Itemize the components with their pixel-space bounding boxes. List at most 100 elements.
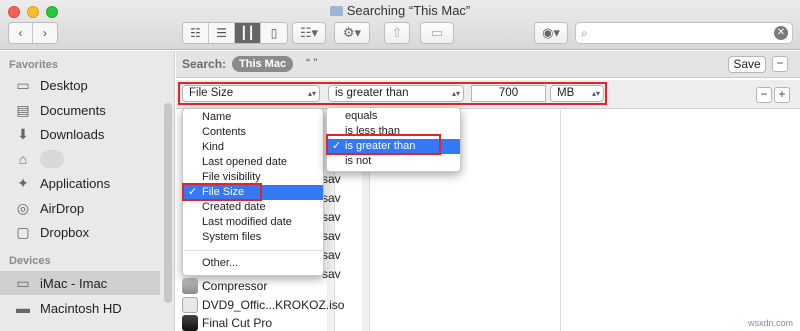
- disk-icon: ▬: [16, 300, 30, 316]
- sidebar-item-home[interactable]: ⌂: [0, 147, 160, 171]
- sidebar-item-label: Downloads: [40, 126, 105, 142]
- result-row-compressor[interactable]: Compressor: [182, 276, 267, 296]
- sidebar-item-label: Dropbox: [40, 224, 90, 240]
- menu-item-last-opened[interactable]: Last opened date: [183, 155, 323, 170]
- compressor-icon: [182, 278, 198, 294]
- back-forward-group: ‹ ›: [8, 22, 58, 44]
- scope-this-mac[interactable]: This Mac: [232, 56, 294, 72]
- search-criteria-row: File Size ▴▾ is greater than ▴▾ 700 MB ▴…: [176, 80, 800, 109]
- menu-item-other[interactable]: Other...: [183, 256, 323, 271]
- tag-icon: ▭: [430, 25, 444, 40]
- menu-item-last-modified[interactable]: Last modified date: [183, 215, 323, 230]
- sidebar-item-label: Desktop: [40, 77, 88, 93]
- menu-item-is-not[interactable]: is not: [327, 154, 460, 169]
- final-cut-icon: [182, 315, 198, 331]
- forward-button[interactable]: ›: [33, 23, 57, 43]
- menu-item-kind[interactable]: Kind: [183, 140, 323, 155]
- list-view-button[interactable]: ☰: [209, 23, 235, 43]
- menu-item-system-files[interactable]: System files: [183, 230, 323, 245]
- clear-search-icon[interactable]: ✕: [774, 26, 788, 40]
- result-row-dvd9[interactable]: DVD9_Offic...KROKOZ.iso: [182, 295, 344, 315]
- devices-heading: Devices: [9, 255, 51, 267]
- window-toolbar: Searching “This Mac” ‹ › ☷ ☰ ┃┃ ▯ ☷▾ ⚙▾ …: [0, 0, 800, 50]
- action-button[interactable]: ⚙▾: [334, 22, 370, 44]
- result-row-final-cut[interactable]: Final Cut Pro: [182, 313, 272, 331]
- sidebar-item-airdrop[interactable]: ◎ AirDrop: [0, 196, 160, 220]
- quick-look-button[interactable]: ◉▾: [534, 22, 568, 44]
- sidebar-item-downloads[interactable]: ⬇ Downloads: [0, 122, 160, 146]
- search-icon: ⌕: [581, 26, 588, 40]
- attribute-popup[interactable]: File Size ▴▾: [182, 85, 320, 102]
- sidebar-item-label: AirDrop: [40, 200, 85, 216]
- sidebar: Favorites ▭ Desktop ▤ Documents ⬇ Downlo…: [0, 51, 175, 331]
- menu-item-equals[interactable]: equals: [327, 109, 460, 124]
- menu-item-contents[interactable]: Contents: [183, 125, 323, 140]
- result-name-fragment: sav: [322, 210, 341, 224]
- remove-criteria-button[interactable]: −: [756, 87, 772, 103]
- sidebar-item-imac[interactable]: ▭ iMac - Imac: [0, 271, 160, 295]
- favorites-heading: Favorites: [9, 59, 58, 71]
- documents-icon: ▤: [16, 101, 30, 118]
- greater-than-highlight: [326, 134, 441, 155]
- scope-current-folder[interactable]: “ ”: [306, 56, 317, 70]
- search-folder-icon: [329, 6, 343, 16]
- cover-flow-icon: ▯: [270, 26, 278, 40]
- sidebar-item-applications[interactable]: ✦ Applications: [0, 171, 160, 195]
- menu-item-created-date[interactable]: Created date: [183, 200, 323, 215]
- operator-popup[interactable]: is greater than ▴▾: [328, 85, 464, 102]
- sidebar-item-label: Documents: [40, 102, 106, 118]
- desktop-icon: ▭: [16, 76, 30, 93]
- operator-value: is greater than: [335, 87, 409, 99]
- airdrop-icon: ◎: [16, 199, 30, 216]
- gear-icon: ⚙▾: [342, 25, 362, 40]
- tags-button[interactable]: ▭: [420, 22, 454, 44]
- sidebar-item-documents[interactable]: ▤ Documents: [0, 98, 160, 122]
- list-icon: ☰: [216, 26, 227, 40]
- arrange-icon: ☷▾: [299, 25, 319, 40]
- window-title: Searching “This Mac”: [0, 3, 800, 18]
- chevron-left-icon: ‹: [18, 26, 23, 40]
- column-divider[interactable]: [560, 110, 561, 331]
- size-value-field[interactable]: 700: [471, 85, 546, 102]
- result-name-fragment: sav: [322, 248, 341, 262]
- back-button[interactable]: ‹: [9, 23, 34, 43]
- downloads-icon: ⬇: [17, 125, 29, 142]
- icon-view-button[interactable]: ☷: [183, 23, 209, 43]
- popup-arrows-icon: ▴▾: [591, 89, 600, 98]
- redacted-username: [40, 150, 64, 168]
- arrange-button[interactable]: ☷▾: [292, 22, 326, 44]
- add-criteria-button[interactable]: +: [774, 87, 790, 103]
- result-name: DVD9_Offic...KROKOZ.iso: [202, 298, 345, 312]
- result-name: Final Cut Pro: [202, 316, 273, 330]
- unit-value: MB: [557, 87, 575, 99]
- share-icon: ⇧: [391, 25, 403, 40]
- watermark: wsxdn.com: [748, 318, 794, 328]
- grid-icon: ☷: [190, 26, 201, 40]
- file-size-highlight: [182, 183, 262, 201]
- unit-popup[interactable]: MB ▴▾: [550, 85, 604, 102]
- search-label: Search:: [182, 57, 227, 71]
- sidebar-item-macintosh-hd[interactable]: ▬ Macintosh HD: [0, 296, 160, 320]
- result-name-fragment: sav: [322, 191, 341, 205]
- sidebar-scrollbar[interactable]: [164, 103, 172, 303]
- applications-icon: ✦: [17, 174, 29, 191]
- menu-item-name[interactable]: Name: [183, 110, 323, 125]
- scope-other-text: “ ”: [306, 56, 318, 70]
- sidebar-item-label: Applications: [40, 175, 111, 191]
- popup-arrows-icon: ▴▾: [307, 89, 316, 98]
- sidebar-item-desktop[interactable]: ▭ Desktop: [0, 73, 160, 97]
- result-name-fragment: sav: [322, 229, 341, 243]
- toolbar-search-field[interactable]: ⌕ ✕: [575, 22, 793, 44]
- sidebar-item-dropbox[interactable]: ▢ Dropbox: [0, 220, 160, 244]
- column-view-button[interactable]: ┃┃: [235, 23, 261, 43]
- sidebar-item-label: Macintosh HD: [40, 300, 122, 316]
- popup-arrows-icon: ▴▾: [451, 89, 460, 98]
- sidebar-item-label: iMac - Imac: [40, 275, 108, 291]
- result-name-fragment: sav: [322, 172, 341, 186]
- cover-flow-button[interactable]: ▯: [261, 23, 287, 43]
- save-search-button[interactable]: Save: [728, 56, 766, 73]
- menu-separator: [184, 250, 322, 251]
- share-button[interactable]: ⇧: [384, 22, 410, 44]
- disk-image-icon: [182, 297, 198, 313]
- close-search-button[interactable]: −: [772, 56, 788, 72]
